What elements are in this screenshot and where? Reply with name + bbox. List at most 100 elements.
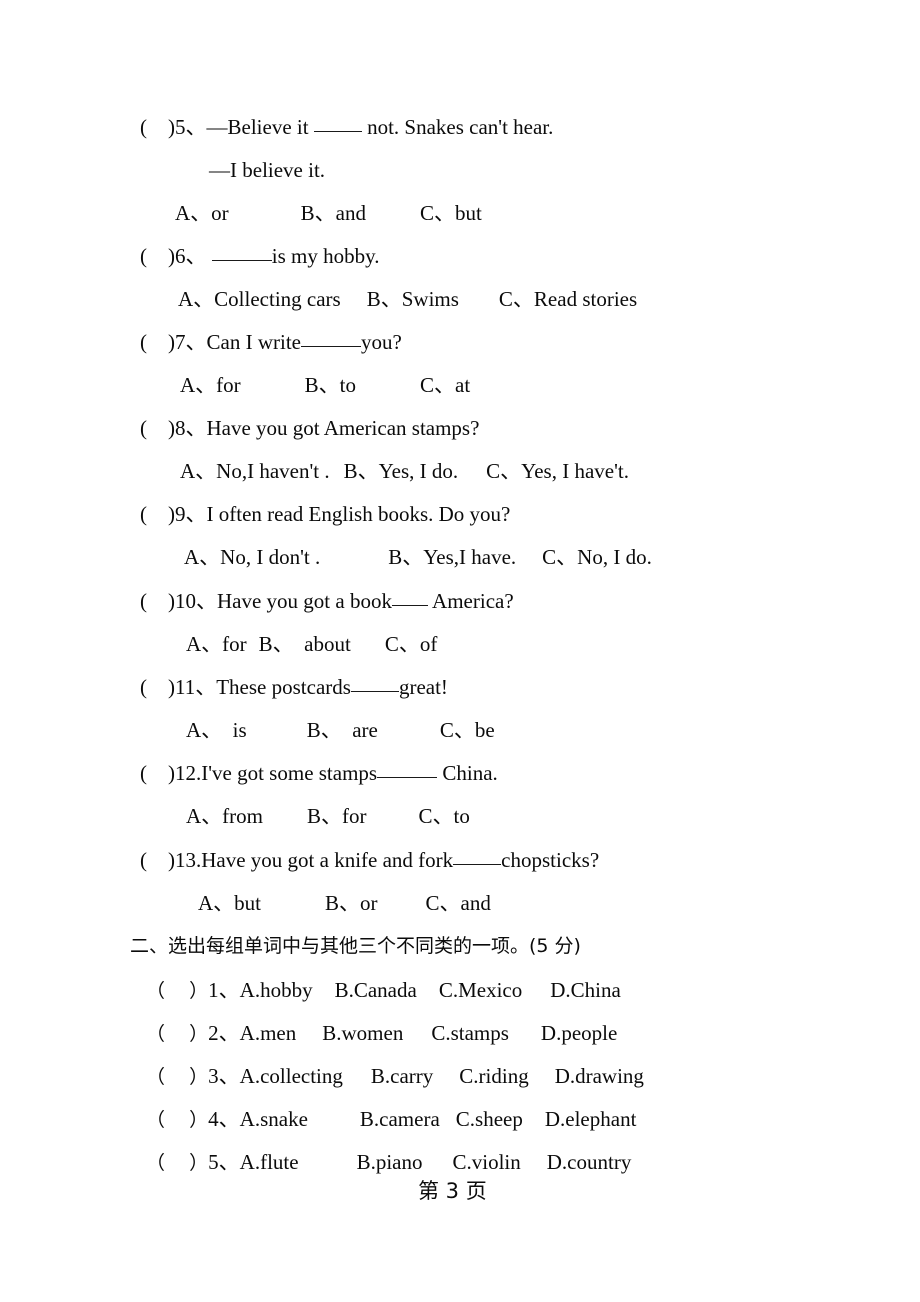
vocab-option-4-a[interactable]: A.snake xyxy=(240,1106,308,1132)
option-11-b[interactable]: B、 are xyxy=(307,717,378,743)
answer-bracket-5[interactable]: ( ) xyxy=(140,114,175,140)
vocab-option-5-d[interactable]: D.country xyxy=(547,1149,632,1175)
question-stem-10: ( )10、Have you got a book America? xyxy=(140,588,514,614)
answer-blank-12[interactable] xyxy=(377,762,438,778)
option-9-c[interactable]: C、No, I do. xyxy=(542,544,652,570)
vocab-option-5-c[interactable]: C.violin xyxy=(453,1149,521,1175)
question-stem-6: ( )6、 is my hobby. xyxy=(140,243,379,269)
answer-bracket-13[interactable]: ( ) xyxy=(140,847,175,873)
option-7-a[interactable]: A、for xyxy=(180,372,241,398)
question-stem-13: ( )13.Have you got a knife and fork chops… xyxy=(140,847,599,873)
answer-blank-13[interactable] xyxy=(453,849,502,865)
answer-bracket-11[interactable]: ( ) xyxy=(140,674,175,700)
question-text-11-before: These postcards xyxy=(216,675,351,699)
question-text-12-after: China. xyxy=(437,761,498,785)
vocab-option-3-c[interactable]: C.riding xyxy=(459,1063,528,1089)
option-8-b[interactable]: B、Yes, I do. xyxy=(344,458,459,484)
option-5-c[interactable]: C、but xyxy=(420,200,482,226)
question-number-12: 12. xyxy=(175,761,202,785)
question-number-6: 6、 xyxy=(175,244,207,268)
options-8: A、No,I haven't . B、Yes, I do. C、Yes, I hav… xyxy=(180,458,629,484)
option-6-a[interactable]: A、Collecting cars xyxy=(178,286,341,312)
option-13-c[interactable]: C、and xyxy=(426,890,491,916)
section-two-heading-text: 二、选出每组单词中与其他三个不同类的一项。(5 分) xyxy=(130,935,581,957)
question-text-10-before: Have you got a book xyxy=(217,589,392,613)
options-6: A、Collecting cars B、Swims C、Read stories xyxy=(178,286,637,312)
exam-page: ( )5、—Believe it not. Snakes can't hear.… xyxy=(0,0,920,1302)
option-5-b[interactable]: B、and xyxy=(301,200,366,226)
answer-bracket-6[interactable]: ( ) xyxy=(140,243,175,269)
option-13-a[interactable]: A、but xyxy=(198,890,261,916)
options-11: A、 is B、 are C、be xyxy=(186,717,495,743)
vocab-option-1-d[interactable]: D.China xyxy=(550,977,621,1003)
option-9-a[interactable]: A、No, I don't . xyxy=(184,544,320,570)
vocab-row: （ ）1、A.hobby B.Canada C.Mexico D.China xyxy=(146,977,621,1004)
question-text-10-after: America? xyxy=(427,589,514,613)
vocab-option-4-b[interactable]: B.camera xyxy=(360,1106,440,1132)
question-stem-9: ( )9、I often read English books. Do you? xyxy=(140,501,510,527)
vocab-option-5-a[interactable]: A.flute xyxy=(240,1149,299,1175)
option-7-c[interactable]: C、at xyxy=(420,372,470,398)
question-number-10: 10、 xyxy=(175,589,217,613)
vocab-option-1-a[interactable]: A.hobby xyxy=(240,977,313,1003)
options-9: A、No, I don't . B、Yes,I have. C、No, I do. xyxy=(184,544,652,570)
vocab-option-2-c[interactable]: C.stamps xyxy=(431,1020,509,1046)
answer-blank-11[interactable] xyxy=(350,676,399,692)
question-text-12-before: I've got some stamps xyxy=(201,761,378,785)
answer-bracket-v1[interactable]: （ ） xyxy=(146,978,208,1004)
option-13-b[interactable]: B、or xyxy=(325,890,378,916)
option-11-c[interactable]: C、be xyxy=(440,717,495,743)
answer-bracket-v3[interactable]: （ ） xyxy=(146,1064,208,1090)
option-8-c[interactable]: C、Yes, I have't. xyxy=(486,458,629,484)
section-two-heading: 二、选出每组单词中与其他三个不同类的一项。(5 分) xyxy=(130,933,581,959)
vocab-option-3-a[interactable]: A.collecting xyxy=(240,1063,343,1089)
option-7-b[interactable]: B、to xyxy=(305,372,356,398)
answer-bracket-8[interactable]: ( ) xyxy=(140,415,175,441)
vocab-row: （ ）5、A.flute B.piano C.violin D.country xyxy=(146,1149,631,1176)
answer-blank-6[interactable] xyxy=(211,245,272,261)
answer-blank-5[interactable] xyxy=(313,116,362,132)
question-text-6-after: is my hobby. xyxy=(271,244,380,268)
answer-bracket-v4[interactable]: （ ） xyxy=(146,1107,208,1133)
vocab-option-3-d[interactable]: D.drawing xyxy=(555,1063,644,1089)
option-8-a[interactable]: A、No,I haven't . xyxy=(180,458,330,484)
option-5-a[interactable]: A、or xyxy=(175,200,229,226)
vocab-option-2-d[interactable]: D.people xyxy=(541,1020,617,1046)
answer-bracket-12[interactable]: ( ) xyxy=(140,760,175,786)
answer-bracket-v2[interactable]: （ ） xyxy=(146,1021,208,1047)
option-10-a[interactable]: A、for xyxy=(186,631,247,657)
answer-bracket-7[interactable]: ( ) xyxy=(140,329,175,355)
answer-bracket-9[interactable]: ( ) xyxy=(140,501,175,527)
vocab-number-4: 4、 xyxy=(208,1107,240,1131)
question-text-8: Have you got American stamps? xyxy=(206,416,480,440)
vocab-option-5-b[interactable]: B.piano xyxy=(357,1149,423,1175)
question-number-13: 13. xyxy=(175,848,202,872)
vocab-option-1-c[interactable]: C.Mexico xyxy=(439,977,522,1003)
vocab-number-2: 2、 xyxy=(208,1021,240,1045)
answer-bracket-v5[interactable]: （ ） xyxy=(146,1150,208,1176)
vocab-option-3-b[interactable]: B.carry xyxy=(371,1063,433,1089)
option-9-b[interactable]: B、Yes,I have. xyxy=(388,544,516,570)
vocab-option-4-c[interactable]: C.sheep xyxy=(456,1106,523,1132)
option-12-a[interactable]: A、from xyxy=(186,803,263,829)
answer-bracket-10[interactable]: ( ) xyxy=(140,588,175,614)
option-11-a[interactable]: A、 is xyxy=(186,717,247,743)
question-text-5-before: —Believe it xyxy=(206,115,314,139)
vocab-number-1: 1、 xyxy=(208,978,240,1002)
answer-blank-10[interactable] xyxy=(391,590,428,606)
question-number-11: 11、 xyxy=(175,675,217,699)
option-12-c[interactable]: C、to xyxy=(419,803,470,829)
vocab-option-4-d[interactable]: D.elephant xyxy=(545,1106,637,1132)
option-12-b[interactable]: B、for xyxy=(307,803,367,829)
vocab-option-1-b[interactable]: B.Canada xyxy=(335,977,417,1003)
question-text-11-after: great! xyxy=(398,675,448,699)
vocab-option-2-a[interactable]: A.men xyxy=(240,1020,297,1046)
option-6-c[interactable]: C、Read stories xyxy=(499,286,637,312)
question-text-13-after: chopsticks? xyxy=(501,848,600,872)
option-10-c[interactable]: C、of xyxy=(385,631,438,657)
option-10-b[interactable]: B、 about xyxy=(259,631,351,657)
answer-blank-7[interactable] xyxy=(300,331,361,347)
vocab-option-2-b[interactable]: B.women xyxy=(322,1020,403,1046)
option-6-b[interactable]: B、Swims xyxy=(367,286,459,312)
question-text-9: I often read English books. Do you? xyxy=(206,502,511,526)
